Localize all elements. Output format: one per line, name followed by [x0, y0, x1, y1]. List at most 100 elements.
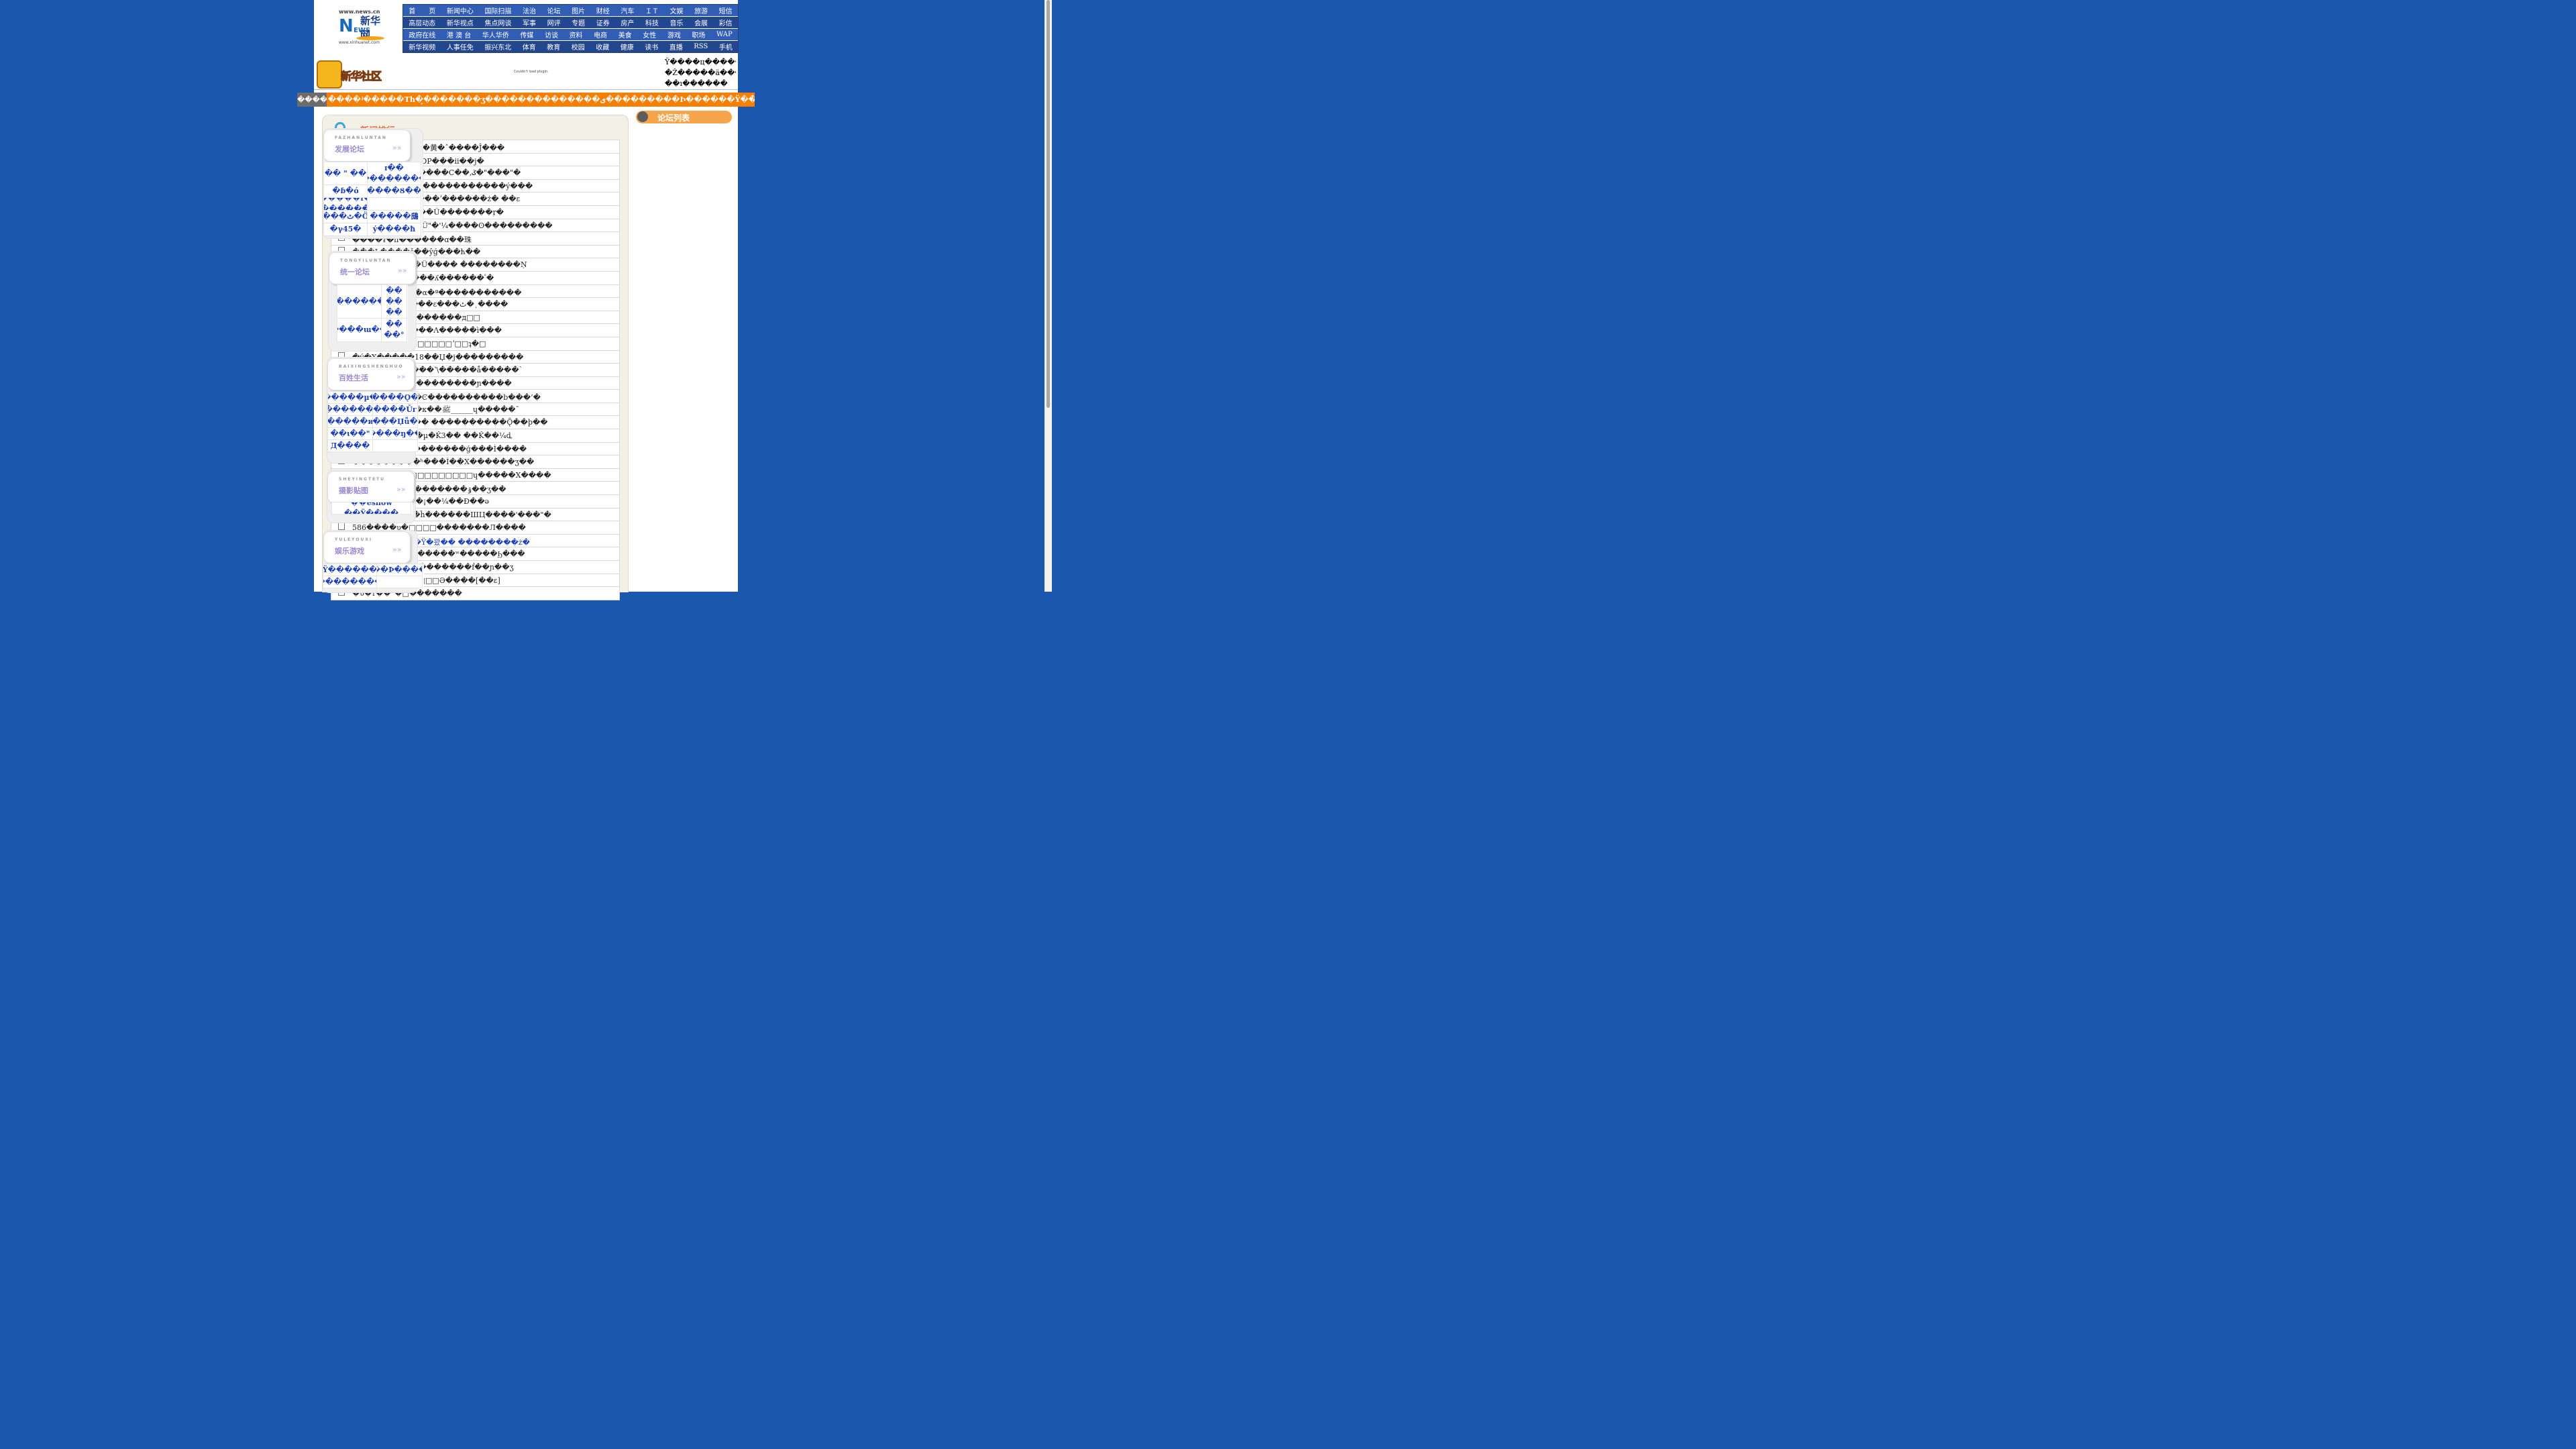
nav-link[interactable]: 图片: [566, 5, 591, 16]
nav-link[interactable]: 振兴东北: [479, 41, 517, 52]
nav-link[interactable]: 网评: [541, 17, 566, 28]
nav-link[interactable]: 体育: [517, 41, 542, 52]
forum-link[interactable]: �γ45�: [324, 223, 368, 236]
nav-link[interactable]: 新闻中心: [441, 5, 480, 16]
nav-link[interactable]: 首 页: [403, 5, 441, 16]
forum-link[interactable]: ���Џǚ�: [373, 416, 418, 428]
forum-group-card[interactable]: TONGYILUNTAN 统一论坛 »»: [329, 252, 416, 284]
nav-link[interactable]: 直播: [664, 41, 689, 52]
nav-link[interactable]: 财经: [590, 5, 615, 16]
header-link[interactable]: Ÿ����ц�����: [665, 58, 736, 68]
nav-link[interactable]: 女性: [637, 29, 662, 40]
forum-link[interactable]: �����ï� ��������: [324, 198, 368, 211]
forum-link[interactable]: ��Þ����: [377, 564, 423, 576]
forum-link[interactable]: �ɓ�ó: [324, 185, 368, 198]
nav-link[interactable]: 法治: [517, 5, 542, 16]
nav-link[interactable]: 科技: [640, 17, 665, 28]
forum-group-en: BAIXINGSHENGHUO: [339, 364, 404, 369]
xinhua-logo[interactable]: www.news.cn N EWS 新华网 www.xinhuanet.com: [337, 8, 386, 46]
nav-link[interactable]: 美食: [612, 29, 637, 40]
forum-link[interactable]: Д����: [328, 440, 373, 452]
forum-link[interactable]: �����䲭: [368, 211, 421, 223]
nav-link[interactable]: 手机: [714, 41, 739, 52]
forum-group-card[interactable]: FAZHANLUNTAN 发展论坛 »»: [323, 129, 411, 162]
nav-link[interactable]: 音乐: [664, 17, 689, 28]
logo-mark: N: [339, 16, 354, 36]
nav-link[interactable]: 收藏: [590, 41, 615, 52]
nav-link[interactable]: 职场: [686, 29, 711, 40]
nav-link[interactable]: 文娱: [664, 5, 689, 16]
nav-link[interactable]: 军事: [517, 17, 542, 28]
ticker-text[interactable]: ����ʲ�����Th�̘�������ʒ��������������ی���…: [328, 93, 755, 107]
nav-row: 高层动态 新华视点 焦点网谈 军事 网评 专题 证券 房产 科技 音乐 会展 彩信: [403, 16, 738, 28]
nav-link[interactable]: 高层动态: [403, 17, 441, 28]
forum-link[interactable]: ����Ūг: [373, 404, 418, 416]
nav-link[interactable]: RSS: [688, 41, 714, 52]
nav-link[interactable]: 电商: [588, 29, 613, 40]
nav-link[interactable]: 会展: [689, 17, 714, 28]
nav-link[interactable]: 彩信: [713, 17, 738, 28]
community-logo[interactable]: 新华社区: [317, 59, 397, 89]
vertical-scrollbar[interactable]: [1044, 0, 1052, 592]
nav-link[interactable]: 华人华侨: [477, 29, 515, 40]
nav-link[interactable]: 房产: [615, 17, 640, 28]
forum-link[interactable]: ��eshow ��Ÿ����: [332, 502, 411, 515]
forum-link[interactable]: ý����ħ: [368, 223, 421, 236]
nav-link[interactable]: 教育: [541, 41, 566, 52]
nav-link[interactable]: 传媒: [515, 29, 539, 40]
forum-link[interactable]: �� " ��: [324, 162, 368, 185]
forum-link[interactable]: Ÿ������: [323, 564, 377, 576]
forum-link[interactable]: �������Т: [337, 285, 382, 319]
nav-link[interactable]: 证券: [590, 17, 615, 28]
forum-link[interactable]: ����Ȣ��: [368, 185, 421, 198]
nav-link[interactable]: 政府在线: [403, 29, 441, 40]
nav-link[interactable]: 短信: [713, 5, 738, 16]
nav-link[interactable]: 专题: [566, 17, 591, 28]
forum-link[interactable]: ����ա��: [337, 319, 382, 342]
nav-link[interactable]: 资料: [564, 29, 588, 40]
scrollbar-thumb[interactable]: [1046, 0, 1050, 408]
header-link[interactable]: ��ı������: [665, 79, 736, 90]
nav-link[interactable]: 校园: [566, 41, 591, 52]
double-arrow-icon[interactable]: »»: [392, 545, 401, 554]
nav-link[interactable]: 新华视频: [403, 41, 441, 52]
nav-link[interactable]: WAP: [711, 29, 738, 40]
forum-link[interactable]: ����ŋ��: [373, 428, 418, 440]
nav-link[interactable]: 国际扫描: [479, 5, 517, 16]
double-arrow-icon[interactable]: »»: [398, 266, 407, 275]
forum-group-card[interactable]: YULEYOUXI 娱乐游戏 »»: [323, 531, 411, 564]
nav-link[interactable]: 新华视点: [441, 17, 480, 28]
forum-link[interactable]: �����Ǫ��: [373, 392, 418, 404]
forum-link[interactable]: �����и: [328, 416, 373, 428]
forum-group-card[interactable]: BAIXINGSHENGHUO 百姓生活 »»: [327, 358, 415, 390]
nav-link[interactable]: 旅游: [689, 5, 714, 16]
double-arrow-icon[interactable]: »»: [396, 485, 405, 494]
nav-link[interactable]: 人事任免: [441, 41, 480, 52]
nav-link[interactable]: 汽车: [615, 5, 640, 16]
nav-link[interactable]: ＩＴ: [640, 5, 665, 16]
forum-group-cn: 娱乐游戏: [335, 547, 364, 555]
forum-link[interactable]: [368, 198, 421, 211]
forum-link[interactable]: �� �� ��: [382, 285, 407, 319]
nav-link[interactable]: 焦点网谈: [479, 17, 517, 28]
forum-link[interactable]: ������': [328, 404, 373, 416]
forum-group-cn: 百姓生活: [339, 374, 368, 382]
forum-link[interactable]: ɪ�� ��������: [368, 162, 421, 185]
nav-link[interactable]: 访谈: [539, 29, 564, 40]
forum-link[interactable]: �� ��°: [382, 319, 407, 342]
forum-link[interactable]: ���ٿ�Ö: [324, 211, 368, 223]
double-arrow-icon[interactable]: »»: [396, 372, 405, 381]
header-link[interactable]: �Ž�����ä����: [665, 68, 736, 79]
forum-link[interactable]: ��ɩ��": [328, 428, 373, 440]
nav-link[interactable]: 游戏: [662, 29, 687, 40]
forum-group-card[interactable]: SHEYINGTETU 摄影贴图 »»: [327, 471, 415, 503]
forum-link[interactable]: [373, 440, 418, 452]
double-arrow-icon[interactable]: »»: [392, 144, 401, 152]
nav-link[interactable]: 论坛: [541, 5, 566, 16]
forum-link[interactable]: �����µ�: [328, 392, 373, 404]
forum-link[interactable]: ��������: [323, 576, 377, 588]
nav-link[interactable]: 读书: [639, 41, 664, 52]
nav-link[interactable]: 健康: [615, 41, 640, 52]
nav-link[interactable]: 港 澳 台: [441, 29, 477, 40]
forum-link[interactable]: [377, 576, 423, 588]
